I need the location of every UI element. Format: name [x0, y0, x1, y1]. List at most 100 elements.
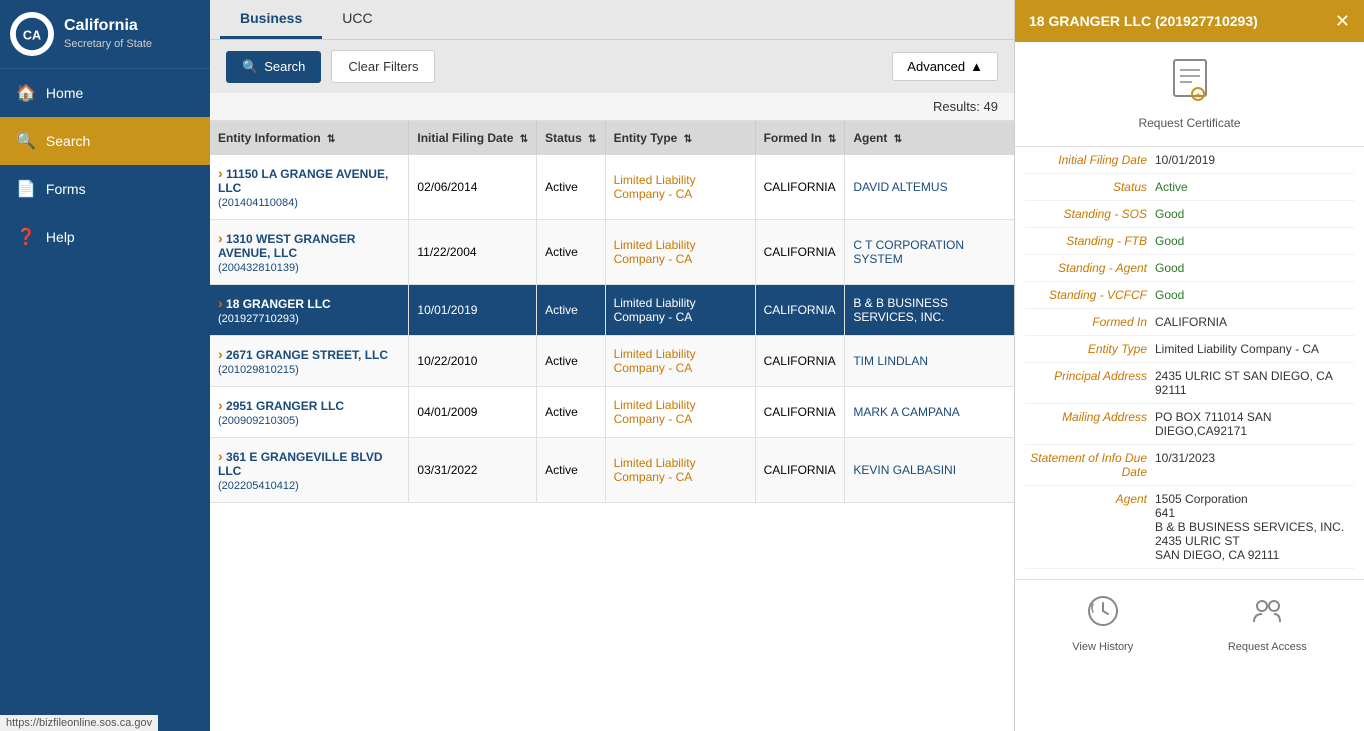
cell-status: Active: [537, 220, 605, 285]
row-expand-arrow[interactable]: ›: [218, 346, 223, 362]
cell-formed-in: CALIFORNIA: [755, 220, 845, 285]
col-entity-type[interactable]: Entity Type ⇅: [605, 121, 755, 155]
sidebar: CA California Secretary of State 🏠 Home …: [0, 0, 210, 731]
detail-row: Standing - AgentGood: [1025, 255, 1354, 282]
cell-filing-date: 03/31/2022: [409, 438, 537, 503]
detail-title: 18 GRANGER LLC (201927710293): [1029, 13, 1258, 29]
sort-arrows-date: ⇅: [520, 134, 528, 145]
cell-entity-info: › 11150 LA GRANGE AVENUE, LLC(2014041100…: [210, 155, 409, 220]
cell-status: Active: [537, 285, 605, 336]
entity-name-link[interactable]: 2671 GRANGE STREET, LLC(201029810215): [218, 348, 388, 376]
cell-status: Active: [537, 336, 605, 387]
table-row[interactable]: › 11150 LA GRANGE AVENUE, LLC(2014041100…: [210, 155, 1014, 220]
detail-row: Standing - SOSGood: [1025, 201, 1354, 228]
detail-row: Standing - VCFCFGood: [1025, 282, 1354, 309]
cell-status: Active: [537, 387, 605, 438]
detail-field-label: Entity Type: [1025, 342, 1155, 356]
sidebar-item-home[interactable]: 🏠 Home: [0, 69, 210, 117]
cell-formed-in: CALIFORNIA: [755, 285, 845, 336]
sort-arrows-formed: ⇅: [828, 134, 836, 145]
row-expand-arrow[interactable]: ›: [218, 448, 223, 464]
search-icon-btn: 🔍: [242, 59, 258, 75]
detail-field-label: Agent: [1025, 492, 1155, 562]
cell-filing-date: 04/01/2009: [409, 387, 537, 438]
home-icon: 🏠: [16, 83, 36, 103]
cell-entity-info: › 1310 WEST GRANGER AVENUE, LLC(20043281…: [210, 220, 409, 285]
cell-formed-in: CALIFORNIA: [755, 438, 845, 503]
sort-arrows-entity: ⇅: [327, 134, 335, 145]
table-row[interactable]: › 1310 WEST GRANGER AVENUE, LLC(20043281…: [210, 220, 1014, 285]
detail-row: Standing - FTBGood: [1025, 228, 1354, 255]
sidebar-item-search[interactable]: 🔍 Search: [0, 117, 210, 165]
detail-row: Entity TypeLimited Liability Company - C…: [1025, 336, 1354, 363]
detail-row: Agent1505 Corporation 641 B & B BUSINESS…: [1025, 486, 1354, 569]
sidebar-forms-label: Forms: [46, 181, 86, 197]
cell-entity-info: › 2951 GRANGER LLC(200909210305): [210, 387, 409, 438]
table-row[interactable]: › 2671 GRANGE STREET, LLC(201029810215) …: [210, 336, 1014, 387]
entity-name-link[interactable]: 18 GRANGER LLC(201927710293): [218, 297, 331, 325]
table-row[interactable]: › 361 E GRANGEVILLE BLVD LLC(20220541041…: [210, 438, 1014, 503]
cell-formed-in: CALIFORNIA: [755, 336, 845, 387]
results-area: Results: 49 Entity Information ⇅ Initial…: [210, 93, 1014, 731]
entity-name-link[interactable]: 11150 LA GRANGE AVENUE, LLC(201404110084…: [218, 167, 388, 209]
table-row[interactable]: › 2951 GRANGER LLC(200909210305) 04/01/2…: [210, 387, 1014, 438]
cell-agent: TIM LINDLAN: [845, 336, 1014, 387]
sidebar-search-label: Search: [46, 133, 90, 149]
url-bar: https://bizfileonline.sos.ca.gov: [0, 715, 158, 731]
entity-name-link[interactable]: 2951 GRANGER LLC(200909210305): [218, 399, 344, 427]
detail-field-value: Good: [1155, 288, 1354, 302]
detail-field-value: 10/31/2023: [1155, 451, 1354, 479]
row-expand-arrow[interactable]: ›: [218, 230, 223, 246]
cell-agent: C T CORPORATION SYSTEM: [845, 220, 1014, 285]
col-status[interactable]: Status ⇅: [537, 121, 605, 155]
cell-entity-type: Limited Liability Company - CA: [605, 336, 755, 387]
view-history-label: View History: [1072, 641, 1133, 653]
entity-name-link[interactable]: 361 E GRANGEVILLE BLVD LLC(202205410412): [218, 450, 383, 492]
cell-filing-date: 10/22/2010: [409, 336, 537, 387]
cell-entity-type: Limited Liability Company - CA: [605, 220, 755, 285]
row-expand-arrow[interactable]: ›: [218, 295, 223, 311]
cell-status: Active: [537, 438, 605, 503]
detail-field-value: Good: [1155, 207, 1354, 221]
col-entity-info[interactable]: Entity Information ⇅: [210, 121, 409, 155]
results-count: Results: 49: [210, 93, 1014, 121]
detail-row: Principal Address2435 ULRIC ST SAN DIEGO…: [1025, 363, 1354, 404]
sidebar-title: California Secretary of State: [64, 16, 152, 51]
detail-field-value: 2435 ULRIC ST SAN DIEGO, CA 92111: [1155, 369, 1354, 397]
cert-label[interactable]: Request Certificate: [1138, 116, 1240, 130]
detail-field-value: 10/01/2019: [1155, 153, 1354, 167]
cell-agent: B & B BUSINESS SERVICES, INC.: [845, 285, 1014, 336]
detail-field-label: Principal Address: [1025, 369, 1155, 397]
advanced-label: Advanced: [907, 59, 965, 74]
row-expand-arrow[interactable]: ›: [218, 165, 223, 181]
entity-name-link[interactable]: 1310 WEST GRANGER AVENUE, LLC(2004328101…: [218, 232, 355, 274]
detail-field-label: Status: [1025, 180, 1155, 194]
cell-entity-type: Limited Liability Company - CA: [605, 438, 755, 503]
col-formed-in[interactable]: Formed In ⇅: [755, 121, 845, 155]
request-access-action[interactable]: Request Access: [1228, 594, 1307, 653]
sidebar-nav: 🏠 Home 🔍 Search 📄 Forms ❓ Help: [0, 69, 210, 261]
row-expand-arrow[interactable]: ›: [218, 397, 223, 413]
detail-field-value: PO BOX 711014 SAN DIEGO,CA92171: [1155, 410, 1354, 438]
tab-ucc[interactable]: UCC: [322, 0, 392, 39]
request-access-icon: [1250, 594, 1284, 635]
sidebar-item-forms[interactable]: 📄 Forms: [0, 165, 210, 213]
col-filing-date[interactable]: Initial Filing Date ⇅: [409, 121, 537, 155]
detail-header: 18 GRANGER LLC (201927710293) ✕: [1015, 0, 1364, 42]
col-agent[interactable]: Agent ⇅: [845, 121, 1014, 155]
view-history-action[interactable]: View History: [1072, 594, 1133, 653]
clear-filters-button[interactable]: Clear Filters: [331, 50, 435, 83]
sidebar-item-help[interactable]: ❓ Help: [0, 213, 210, 261]
cell-status: Active: [537, 155, 605, 220]
tab-business[interactable]: Business: [220, 0, 322, 39]
table-row[interactable]: › 18 GRANGER LLC(201927710293) 10/01/201…: [210, 285, 1014, 336]
forms-icon: 📄: [16, 179, 36, 199]
advanced-button[interactable]: Advanced ▲: [892, 52, 998, 81]
cell-filing-date: 10/01/2019: [409, 285, 537, 336]
search-button[interactable]: 🔍 Search: [226, 51, 321, 83]
cell-agent: MARK A CAMPANA: [845, 387, 1014, 438]
cell-filing-date: 02/06/2014: [409, 155, 537, 220]
sort-arrows-agent: ⇅: [894, 134, 902, 145]
detail-field-label: Standing - Agent: [1025, 261, 1155, 275]
close-detail-button[interactable]: ✕: [1335, 12, 1350, 30]
